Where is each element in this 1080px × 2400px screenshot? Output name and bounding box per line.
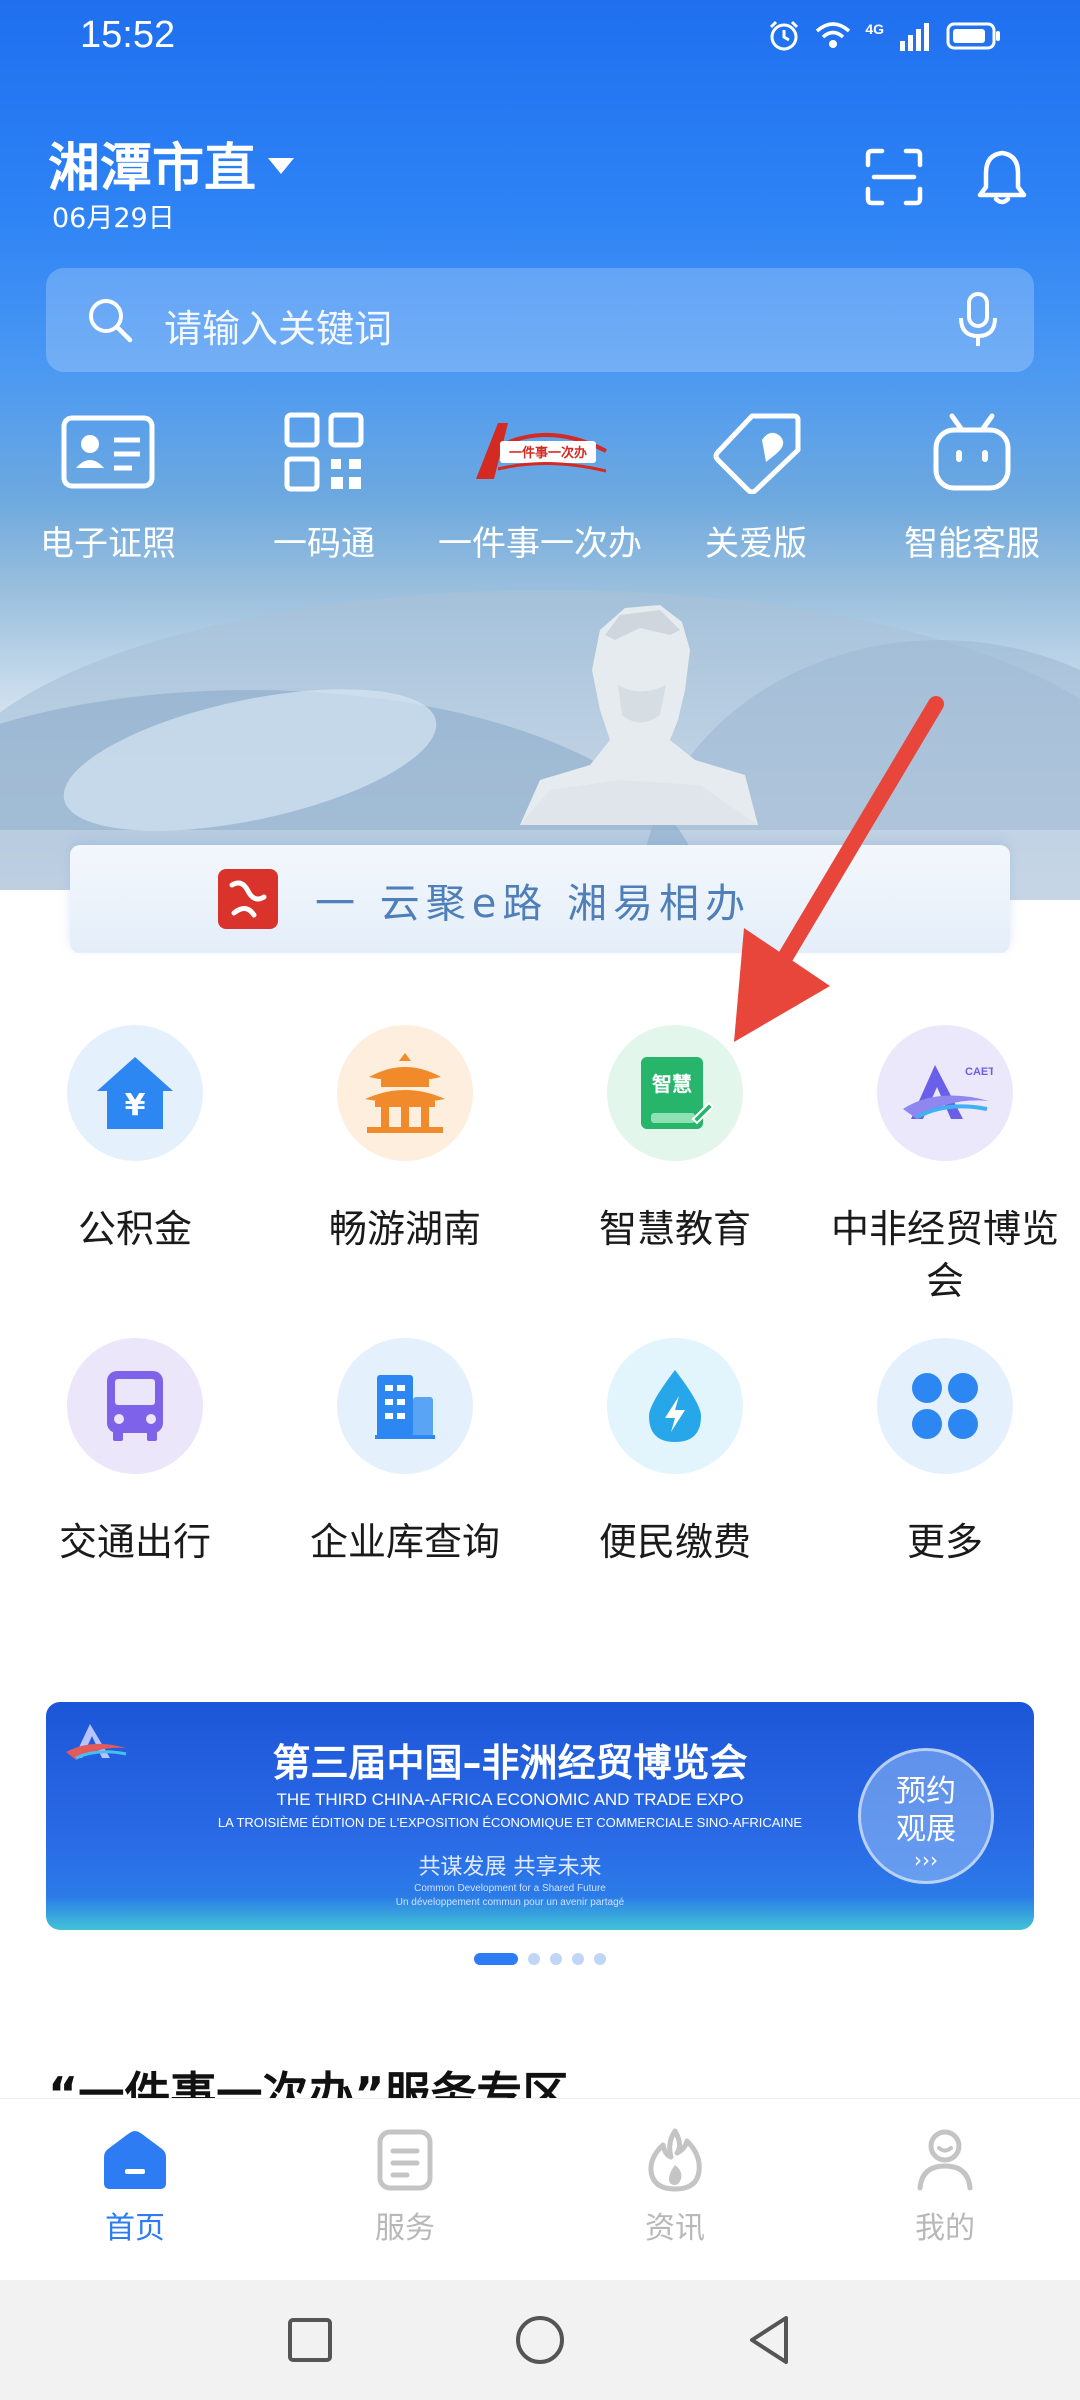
carousel-dot-active[interactable] xyxy=(474,1953,518,1965)
user-icon xyxy=(910,2127,980,2193)
service-label: 交通出行 xyxy=(58,1520,211,1564)
quick-item-ai-service[interactable]: 智能客服 xyxy=(864,402,1080,572)
recent-apps-icon[interactable] xyxy=(280,2310,340,2370)
battery-icon xyxy=(946,22,1000,50)
service-label: 智慧教育 xyxy=(598,1207,751,1251)
service-doc-icon xyxy=(370,2127,440,2193)
robot-icon xyxy=(920,406,1024,498)
service-label: 便民缴费 xyxy=(598,1520,751,1564)
pavilion-icon xyxy=(337,1025,473,1161)
tab-home[interactable]: 首页 xyxy=(35,2127,235,2247)
service-label: 中非经贸博览会 xyxy=(830,1207,1059,1303)
qr-code-icon xyxy=(272,406,376,498)
tab-label: 我的 xyxy=(915,2211,975,2246)
xiang-logo-icon xyxy=(218,869,278,929)
id-card-icon xyxy=(56,406,160,498)
city-name: 湘潭市直 xyxy=(48,139,257,199)
quick-item-label: 电子证照 xyxy=(40,524,176,564)
status-time: 15:52 xyxy=(80,14,176,56)
tab-label: 服务 xyxy=(375,2211,435,2246)
tab-news[interactable]: 资讯 xyxy=(575,2127,775,2247)
book-visit-button[interactable]: 预约 观展 ››› xyxy=(858,1748,994,1884)
flame-icon xyxy=(640,2127,710,2193)
search-icon xyxy=(89,299,133,343)
water-drop-icon xyxy=(607,1338,743,1474)
date-label: 06月29日 xyxy=(52,203,175,234)
chevron-down-icon xyxy=(268,157,295,174)
slogan-text: 一 云聚e路 湘易相办 xyxy=(315,881,752,927)
carousel-dot[interactable] xyxy=(528,1953,540,1965)
bell-icon[interactable] xyxy=(970,145,1034,209)
promo-banner[interactable]: 第三届中国–非洲经贸博览会 THE THIRD CHINA-AFRICA ECO… xyxy=(46,1702,1034,1930)
system-navigation-bar xyxy=(0,2280,1080,2400)
carousel-dot[interactable] xyxy=(572,1953,584,1965)
book-visit-label-2: 观展 xyxy=(896,1812,956,1847)
service-label: 更多 xyxy=(906,1520,983,1564)
quick-item-label: 关爱版 xyxy=(705,524,807,564)
quick-item-label: 智能客服 xyxy=(904,524,1040,564)
building-icon xyxy=(337,1338,473,1474)
caete-badge: CAETE xyxy=(965,1066,993,1078)
service-label: 畅游湖南 xyxy=(328,1207,481,1251)
promo-slogan-en: Common Development for a Shared Future xyxy=(414,1883,606,1894)
chevron-right-icon: ››› xyxy=(914,1848,938,1872)
tab-service[interactable]: 服务 xyxy=(305,2127,505,2247)
service-label: 公积金 xyxy=(77,1207,192,1251)
wifi-icon xyxy=(816,22,851,48)
home-circle-icon[interactable] xyxy=(510,2310,570,2370)
quick-item-label: 一码通 xyxy=(273,524,375,564)
search-bar[interactable]: 请输入关键词 xyxy=(46,268,1034,372)
quick-item-label: 一件事一次办 xyxy=(438,524,642,564)
quick-item-e-license[interactable]: 电子证照 xyxy=(0,402,216,572)
book-visit-label-1: 预约 xyxy=(896,1774,956,1809)
one-thing-logo-text: 一件事一次办 xyxy=(509,445,587,461)
tab-label: 首页 xyxy=(105,2211,165,2246)
home-icon xyxy=(100,2127,170,2193)
scan-icon[interactable] xyxy=(862,145,926,209)
tab-label: 资讯 xyxy=(645,2211,705,2246)
network-type: 4G xyxy=(865,21,884,37)
carousel-dot[interactable] xyxy=(594,1953,606,1965)
alarm-icon xyxy=(770,20,799,51)
carousel-indicator xyxy=(474,1953,606,1965)
quick-item-care-mode[interactable]: 关爱版 xyxy=(648,402,864,572)
housing-fund-badge: ¥ xyxy=(125,1088,146,1123)
quick-item-one-code[interactable]: 一码通 xyxy=(216,402,432,572)
carousel-dot[interactable] xyxy=(550,1953,562,1965)
promo-slogan-en-fr: Common Development for a Shared Future U… xyxy=(46,1882,1034,1910)
housing-fund-icon: ¥ xyxy=(67,1025,203,1161)
red-arrow-annotation xyxy=(734,696,944,1042)
tab-profile[interactable]: 我的 xyxy=(845,2127,1045,2247)
promo-slogan-fr: Un développement commun pour un avenir p… xyxy=(395,1897,625,1908)
smart-education-badge: 智慧 xyxy=(652,1072,692,1096)
one-thing-logo-icon: 一件事一次办 xyxy=(465,406,615,498)
more-grid-icon xyxy=(877,1338,1013,1474)
service-label: 企业库查询 xyxy=(309,1520,500,1564)
search-input[interactable]: 请输入关键词 xyxy=(164,298,392,353)
bottom-tab-bar: 首页 服务 资讯 我的 xyxy=(0,2098,1080,2280)
quick-item-one-thing[interactable]: 一件事一次办 一件事一次办 xyxy=(432,402,648,572)
bus-icon xyxy=(67,1338,203,1474)
status-bar: 15:52 4G xyxy=(0,0,1080,72)
back-icon[interactable] xyxy=(740,2310,800,2370)
status-icons: 4G xyxy=(767,18,1002,54)
care-tag-icon xyxy=(704,406,808,498)
city-selector[interactable]: 湘潭市直 xyxy=(48,126,295,201)
signal-icon xyxy=(900,23,929,51)
microphone-icon[interactable] xyxy=(958,292,998,348)
